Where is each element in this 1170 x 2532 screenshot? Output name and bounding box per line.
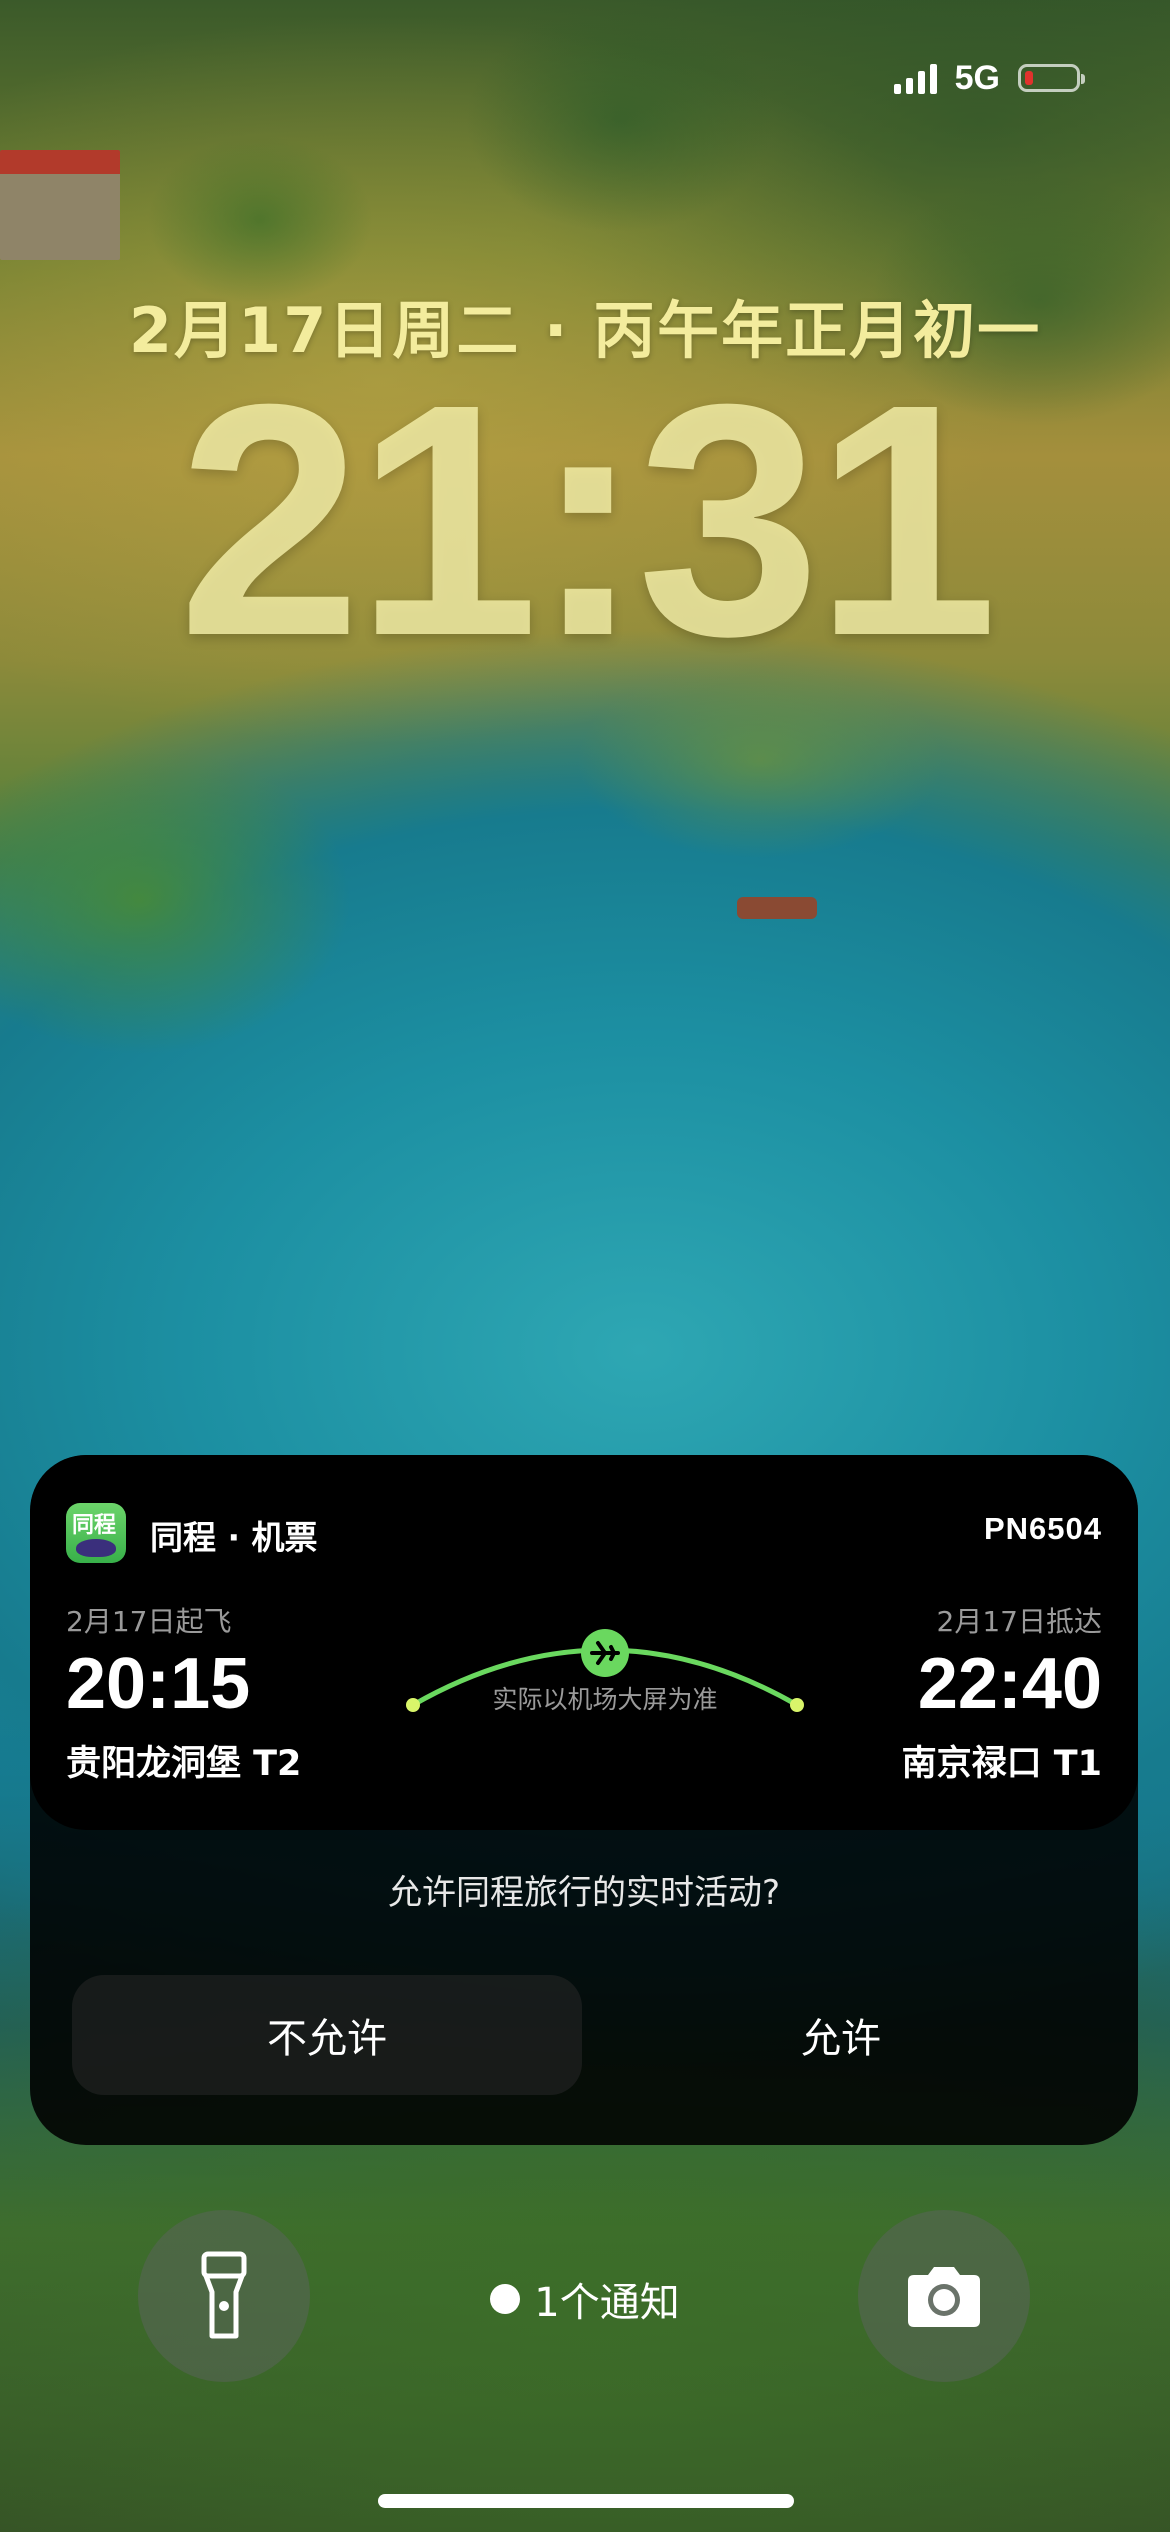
tongcheng-app-icon: 同程 xyxy=(66,1503,126,1563)
departure-date: 2月17日起飞 xyxy=(66,1605,232,1638)
signal-icon xyxy=(893,62,937,94)
arrival-date: 2月17日抵达 xyxy=(936,1605,1102,1638)
camera-icon xyxy=(908,2267,980,2327)
status-bar: 5G xyxy=(893,58,1085,98)
airplane-icon xyxy=(581,1629,629,1677)
live-activity-card[interactable]: 同程 同程 · 机票 PN6504 2月17日起飞 20:15 贵阳龙洞堡 T2… xyxy=(30,1455,1138,2145)
arrival-airport: 南京禄口 T1 xyxy=(901,1744,1102,1784)
flight-activity[interactable]: 同程 同程 · 机票 PN6504 2月17日起飞 20:15 贵阳龙洞堡 T2… xyxy=(30,1455,1138,1830)
wallpaper-house xyxy=(0,150,120,260)
deny-button[interactable]: 不允许 xyxy=(72,1975,582,2095)
home-indicator[interactable] xyxy=(378,2494,794,2508)
arrival-time: 22:40 xyxy=(917,1644,1102,1724)
network-type: 5G xyxy=(954,58,1000,97)
notification-dot xyxy=(490,2284,521,2314)
wallpaper-boat xyxy=(737,897,817,919)
route-note: 实际以机场大屏为准 xyxy=(492,1685,718,1714)
departure-time: 20:15 xyxy=(66,1644,251,1724)
allow-button[interactable]: 允许 xyxy=(586,1975,1096,2095)
battery-icon xyxy=(1018,64,1085,92)
notification-count: 1个通知 xyxy=(534,2280,680,2326)
departure-airport: 贵阳龙洞堡 T2 xyxy=(66,1744,302,1784)
flight-number: PN6504 xyxy=(983,1511,1102,1546)
permission-prompt: 允许同程旅行的实时活动? xyxy=(387,1873,781,1913)
app-icon-text: 同程 xyxy=(72,1513,117,1538)
app-name: 同程 · 机票 xyxy=(150,1518,318,1557)
camera-button[interactable] xyxy=(858,2210,1030,2382)
lock-time: 21:31 xyxy=(177,335,998,704)
